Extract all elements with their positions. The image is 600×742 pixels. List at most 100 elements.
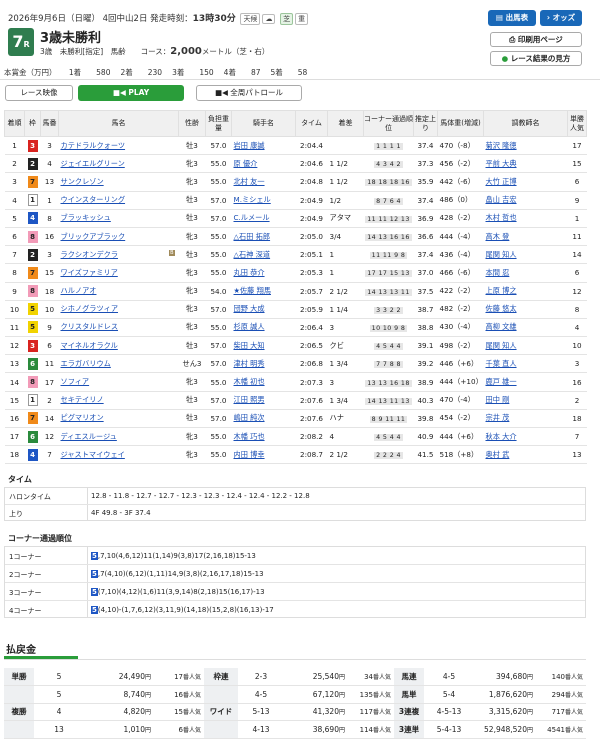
popularity: 11 xyxy=(567,227,587,247)
horse-number: 12 xyxy=(40,427,59,447)
jockey-link[interactable]: C.ルメール xyxy=(231,209,296,228)
horse-name-link[interactable]: セキテイリノ xyxy=(58,391,179,410)
waku: 3 xyxy=(24,336,41,356)
sex-age: 牡3 xyxy=(178,191,206,210)
trainer-link[interactable]: 宗井 茂 xyxy=(483,409,568,429)
horse-name-link[interactable]: ソフィア xyxy=(58,372,179,392)
trainer-link[interactable]: 尾関 知人 xyxy=(483,245,568,265)
body-weight: 456（-2） xyxy=(437,154,484,174)
jockey-link[interactable]: 津村 明秀 xyxy=(231,354,296,374)
carried-weight: 55.0 xyxy=(205,245,232,265)
horse-number: 17 xyxy=(40,372,59,392)
start-time: 13時30分 xyxy=(192,14,236,24)
horse-name-link[interactable]: ピグマリオン xyxy=(58,409,179,429)
horse-name-link[interactable]: ウインスターリング xyxy=(58,191,179,210)
jockey-link[interactable]: M.ミシェル xyxy=(231,191,296,210)
jockey-link[interactable]: 木幡 巧也 xyxy=(231,427,296,447)
horse-name-link[interactable]: ラクシオンデクラ B xyxy=(58,245,179,265)
jockey-link[interactable]: △石神 深道 xyxy=(231,245,296,265)
jockey-link[interactable]: 柴田 大知 xyxy=(231,336,296,356)
trainer-link[interactable]: 田中 剛 xyxy=(483,391,568,410)
halon-times: 12.8 - 11.8 - 12.7 - 12.7 - 12.3 - 12.3 … xyxy=(91,492,310,500)
last-3f: 37.4 xyxy=(413,191,438,210)
carried-weight: 55.0 xyxy=(205,263,232,283)
table-row: 3 7 13 サンクレゾン 牝3 55.0 北村 友一 2:04.8 1 1/2 18 18 18… xyxy=(4,172,587,192)
race-time: 2:04.6 xyxy=(295,154,328,174)
trainer-link[interactable]: 高木 登 xyxy=(483,227,568,247)
horse-name-link[interactable]: クリスタルドレス xyxy=(58,318,179,338)
horses-button[interactable]: ▤ 出馬表 xyxy=(488,10,536,26)
popularity: 12 xyxy=(567,282,587,301)
trainer-link[interactable]: 畠山 吉宏 xyxy=(483,191,568,210)
jockey-link[interactable]: 杉原 誠人 xyxy=(231,318,296,338)
play-button[interactable]: ■◀ PLAY xyxy=(78,85,184,101)
corner-positions: 14 13 13 11 xyxy=(363,282,414,301)
jockey-link[interactable]: △石田 拓郎 xyxy=(231,227,296,247)
payout-popularity: 6番人気 xyxy=(154,720,204,739)
odds-button[interactable]: › オッズ xyxy=(540,10,582,26)
horse-number: 3 xyxy=(40,136,59,156)
jockey-link[interactable]: 原 優介 xyxy=(231,154,296,174)
jockey-link[interactable]: 江田 照男 xyxy=(231,391,296,410)
race-video-button[interactable]: レース映像 xyxy=(5,85,73,101)
trainer-link[interactable]: 尾関 知人 xyxy=(483,336,568,356)
trainer-link[interactable]: 高柳 文雄 xyxy=(483,318,568,338)
last-3f: 37.5 xyxy=(413,282,438,301)
trainer-link[interactable]: 平前 大典 xyxy=(483,154,568,174)
jockey-link[interactable]: 北村 友一 xyxy=(231,172,296,192)
horse-name-link[interactable]: ハルノアオ xyxy=(58,282,179,301)
horse-name-link[interactable]: ジェイエルグリーン xyxy=(58,154,179,174)
jockey-link[interactable]: 岩田 康誠 xyxy=(231,136,296,156)
trainer-link[interactable]: 木村 哲也 xyxy=(483,209,568,228)
corner-positions: 4 5 4 4 xyxy=(363,336,414,356)
horse-name-link[interactable]: ブリックアブラック xyxy=(58,227,179,247)
trainer-link[interactable]: 大竹 正博 xyxy=(483,172,568,192)
horse-name-link[interactable]: ブラッキッシュ xyxy=(58,209,179,228)
payout-popularity: 4541番人気 xyxy=(536,720,586,739)
horse-name-link[interactable]: ワイズファミリア xyxy=(58,263,179,283)
payout-row: 13 1,010円 6番人気 4-13 38,690円 114番人気 3連単 5-4-13 52… xyxy=(4,720,586,739)
horse-name-link[interactable]: ディエスルージュ xyxy=(58,427,179,447)
horse-name-link[interactable]: カテドラルクォーツ xyxy=(58,136,179,156)
margin: 1 1/4 xyxy=(327,300,364,319)
horse-name-link[interactable]: ジャストマイウェイ xyxy=(58,445,179,465)
trainer-link[interactable]: 佐藤 悠太 xyxy=(483,300,568,319)
jockey-link[interactable]: 丸田 恭介 xyxy=(231,263,296,283)
jockey-link[interactable]: 団野 大成 xyxy=(231,300,296,319)
patrol-button[interactable]: ■◀ 全周パトロール xyxy=(196,85,302,101)
finish-position: 1 xyxy=(4,136,25,156)
horse-number: 4 xyxy=(40,154,59,174)
payout-popularity: 17番人気 xyxy=(154,668,204,686)
body-weight: 470（-8） xyxy=(437,136,484,156)
table-row: 14 8 17 ソフィア 牝3 55.0 木幡 初也 2:07.3 3 13 13 16 18 38… xyxy=(4,372,587,392)
payout-amount: 38,690円 xyxy=(284,720,348,739)
popularity: 15 xyxy=(567,154,587,174)
horse-name-link[interactable]: マイネルオラクル xyxy=(58,336,179,356)
trainer-link[interactable]: 秋本 大介 xyxy=(483,427,568,447)
result-guide-button[interactable]: ● レース結果の見方 xyxy=(490,51,582,66)
margin: 3 xyxy=(327,318,364,338)
race-conditions: 3歳 未勝利[指定] 馬齢 コース：2,000メートル（芝・右） xyxy=(40,46,270,57)
table-row: 13 6 11 エラガバリウム せん3 57.0 津村 明秀 2:06.8 1 3/4 7 7 8… xyxy=(4,354,587,374)
jockey-link[interactable]: 内田 博幸 xyxy=(231,445,296,465)
race-time: 2:08.2 xyxy=(295,427,328,447)
jockey-link[interactable]: 嶋田 純次 xyxy=(231,409,296,429)
trainer-link[interactable]: 千葉 直人 xyxy=(483,354,568,374)
trainer-link[interactable]: 上原 博之 xyxy=(483,282,568,301)
jockey-link[interactable]: ★佐藤 翔馬 xyxy=(231,282,296,301)
print-button[interactable]: ⎙ 印刷用ページ xyxy=(490,32,582,47)
trainer-link[interactable]: 鹿戸 雄一 xyxy=(483,372,568,392)
jockey-link[interactable]: 木幡 初也 xyxy=(231,372,296,392)
horse-number: 16 xyxy=(40,227,59,247)
table-row: 11 5 9 クリスタルドレス 牝3 55.0 杉原 誠人 2:06.4 3 10 10 9 83… xyxy=(4,318,587,338)
horse-name-link[interactable]: シホノグラツィア xyxy=(58,300,179,319)
horse-name-link[interactable]: サンクレゾン xyxy=(58,172,179,192)
trainer-link[interactable]: 本間 忍 xyxy=(483,263,568,283)
body-weight: 446（+6） xyxy=(437,354,484,374)
combination: 5-13 xyxy=(238,703,284,721)
finish-position: 3 xyxy=(4,172,25,192)
horse-name-link[interactable]: エラガバリウム xyxy=(58,354,179,374)
corner-positions: 3 3 2 2 xyxy=(363,300,414,319)
trainer-link[interactable]: 奥村 武 xyxy=(483,445,568,465)
trainer-link[interactable]: 菊沢 隆徳 xyxy=(483,136,568,156)
